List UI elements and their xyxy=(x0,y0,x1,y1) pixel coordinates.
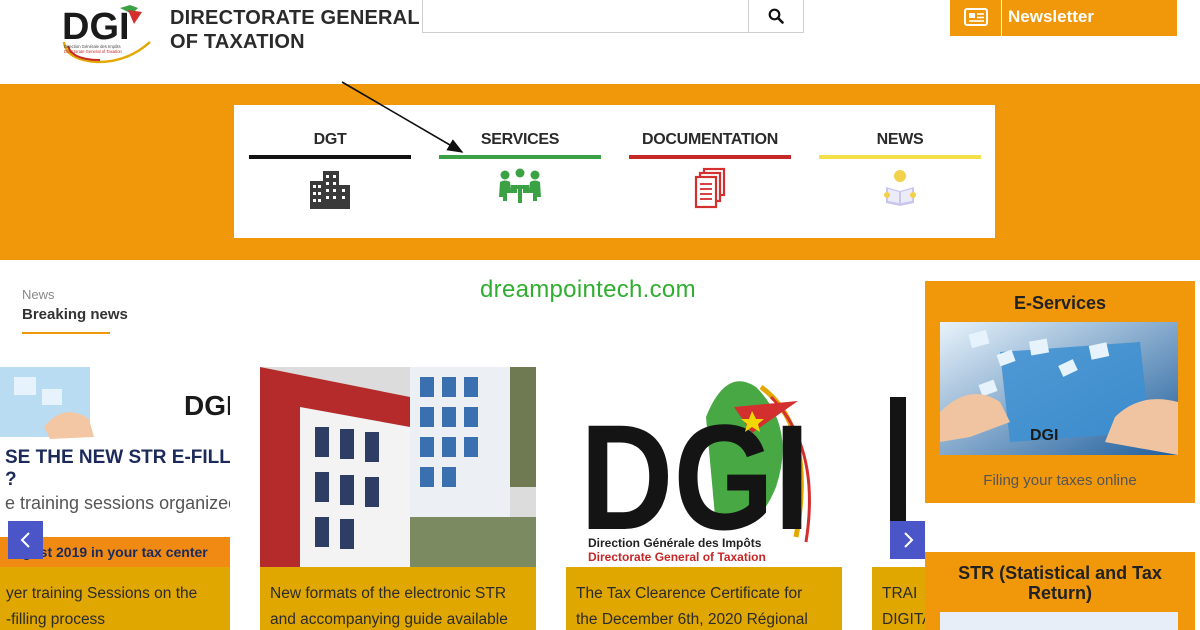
card1-image-line3: e training sessions organized xyxy=(5,493,230,513)
documents-icon xyxy=(694,167,726,209)
news-card-1-line1: yer training Sessions on the xyxy=(6,585,198,602)
news-card-2[interactable]: New formats of the electronic STR and ac… xyxy=(260,367,536,630)
slider-prev-button[interactable] xyxy=(8,521,43,559)
card3-logo-subtext-fr: Direction Générale des Impôts xyxy=(588,536,762,550)
news-card-4-text: TRAI DIGITA xyxy=(872,567,926,630)
search-icon xyxy=(768,8,784,24)
nav-bar-services xyxy=(439,155,601,159)
news-card-1-text: yer training Sessions on the -filling pr… xyxy=(0,567,230,630)
nav-label-documentation: DOCUMENTATION xyxy=(642,131,778,148)
search-input[interactable] xyxy=(423,0,749,32)
news-card-4-line2: DIGITA xyxy=(882,611,926,628)
site-title[interactable]: DIRECTORATE GENERAL OF TAXATION xyxy=(170,6,420,54)
news-card-3-line1: The Tax Clearence Certificate for xyxy=(576,585,803,602)
main-nav-band: DGT SERVICES DOCUMENTATION NEWS xyxy=(0,84,1200,260)
search-box xyxy=(422,0,804,33)
news-card-1[interactable]: DGI SE THE NEW STR E-FILLING ? e trainin… xyxy=(0,367,230,630)
site-title-line1: DIRECTORATE GENERAL xyxy=(170,7,420,29)
breaking-news-title[interactable]: Breaking news xyxy=(22,306,128,323)
page: DGI Direction Générale des Impôts Direct… xyxy=(0,0,1200,630)
news-card-4-line1: TRAI xyxy=(882,585,918,602)
news-card-3-image: DGI Direction Générale des Impôts Direct… xyxy=(566,367,842,567)
slider-next-button[interactable] xyxy=(890,521,925,559)
main-nav: DGT SERVICES DOCUMENTATION NEWS xyxy=(234,105,995,238)
newsletter-label: Newsletter xyxy=(1008,7,1094,26)
news-card-3-text: The Tax Clearence Certificate for the De… xyxy=(566,567,842,630)
news-card-2-text: New formats of the electronic STR and ac… xyxy=(260,567,536,630)
newsletter-button[interactable]: Newsletter xyxy=(950,0,1177,36)
eservices-image: DGI xyxy=(940,322,1178,455)
eservices-logo-text: DGI xyxy=(1030,427,1058,444)
chevron-left-icon xyxy=(20,532,30,548)
nav-item-news[interactable]: NEWS xyxy=(819,129,981,225)
site-title-line2: OF TAXATION xyxy=(170,31,305,53)
str-image xyxy=(940,612,1178,630)
news-section-label: News xyxy=(22,287,55,302)
eservices-title: E-Services xyxy=(1013,293,1107,313)
card3-logo-subtext-en: Directorate General of Taxation xyxy=(588,550,766,564)
newspaper-icon xyxy=(950,0,1002,36)
logo-letters: DGI xyxy=(62,6,130,48)
chevron-right-icon xyxy=(903,532,913,548)
news-card-1-line2: -filling process xyxy=(6,611,106,628)
str-panel[interactable]: STR (Statistical and Tax Return) xyxy=(925,552,1195,630)
nav-item-dgt[interactable]: DGT xyxy=(249,129,411,225)
nav-label-services: SERVICES xyxy=(480,131,560,148)
reader-icon xyxy=(884,170,916,206)
news-card-2-image xyxy=(260,367,536,567)
news-card-3[interactable]: DGI Direction Générale des Impôts Direct… xyxy=(566,367,842,630)
card1-image-banner: ugust 2019 in your tax center xyxy=(14,544,208,560)
nav-bar-dgt xyxy=(249,155,411,159)
str-title: STR (Statistical and Tax Return) xyxy=(958,563,1162,603)
news-card-4[interactable]: TRAI DIGITA xyxy=(872,367,926,630)
svg-text:DGI: DGI xyxy=(184,390,230,421)
card1-image-line2: ? xyxy=(5,469,17,490)
watermark: dreampointech.com xyxy=(480,276,696,303)
meeting-icon xyxy=(499,168,541,203)
nav-label-news: NEWS xyxy=(876,131,924,148)
news-card-2-line1: New formats of the electronic STR xyxy=(270,585,507,602)
news-card-3-line2: the December 6th, 2020 Régional xyxy=(576,611,808,628)
nav-bar-documentation xyxy=(629,155,791,159)
nav-bar-news xyxy=(819,155,981,159)
nav-item-services[interactable]: SERVICES xyxy=(439,129,601,225)
eservices-caption: Filing your taxes online xyxy=(983,472,1137,489)
card1-image-line1: SE THE NEW STR E-FILLING xyxy=(5,447,230,468)
nav-label-dgt: DGT xyxy=(313,131,347,148)
dgi-logo[interactable]: DGI Direction Générale des Impôts Direct… xyxy=(58,2,158,64)
eservices-panel[interactable]: E-Services DGI Filing your taxes online xyxy=(925,281,1195,503)
news-card-2-line2: and accompanying guide available xyxy=(270,611,508,628)
news-title-underline xyxy=(22,332,110,334)
logo-subtext-en: Directorate General of Taxation xyxy=(64,49,123,54)
nav-item-documentation[interactable]: DOCUMENTATION xyxy=(629,129,791,225)
search-button[interactable] xyxy=(748,0,803,32)
building-icon xyxy=(310,171,350,209)
